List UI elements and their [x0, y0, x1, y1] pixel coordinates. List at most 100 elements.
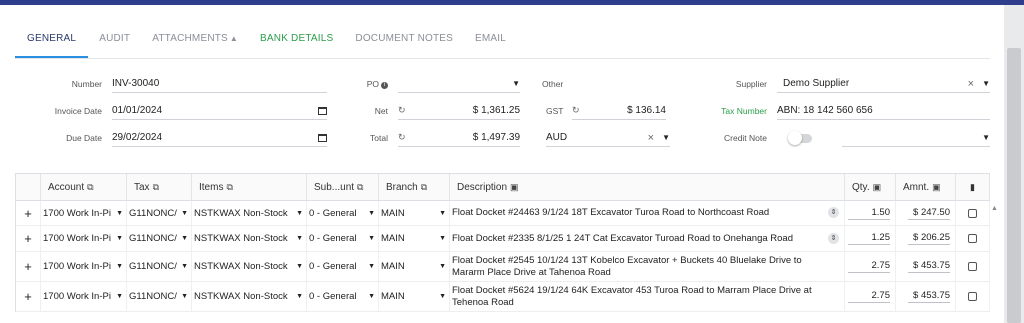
description-field[interactable]: Float Docket #5624 19/1/24 64K Excavator… — [450, 282, 845, 311]
chevron-down-icon[interactable]: ▼ — [368, 263, 375, 270]
checkbox[interactable] — [968, 234, 977, 243]
item-select[interactable]: NSTKWAX Non-Stock ▼ — [192, 201, 307, 225]
trash-icon[interactable]: ▮ — [970, 182, 975, 193]
clear-icon[interactable]: × — [648, 132, 654, 144]
amount-field[interactable]: $ 206.25 — [896, 226, 956, 251]
chevron-down-icon[interactable]: ▼ — [439, 235, 446, 242]
chevron-down-icon[interactable]: ▼ — [296, 235, 303, 242]
item-select[interactable]: NSTKWAX Non-Stock ▼ — [192, 282, 307, 311]
table-row[interactable]: + 1700 Work In-Pi ▼ G11NONC/ ▼ NSTKWAX Non… — [16, 201, 990, 226]
qty-field[interactable]: 1.25 — [845, 226, 896, 251]
subaccount-select[interactable]: 0 - General ▼ — [307, 252, 379, 281]
subaccount-select[interactable]: 0 - General ▼ — [307, 201, 379, 225]
chevron-down-icon[interactable]: ▼ — [439, 293, 446, 300]
refresh-icon[interactable]: ↻ — [398, 132, 406, 143]
item-select[interactable]: NSTKWAX Non-Stock ▼ — [192, 226, 307, 251]
header-items[interactable]: Items ⧉ — [192, 174, 307, 200]
branch-select[interactable]: MAIN ▼ — [379, 201, 450, 225]
checkbox[interactable] — [968, 262, 977, 271]
chevron-down-icon[interactable]: ▼ — [181, 263, 188, 270]
expand-icon[interactable]: ▣ — [873, 182, 882, 193]
chevron-down-icon[interactable]: ▼ — [296, 263, 303, 270]
copy-icon[interactable]: ⧉ — [226, 182, 232, 193]
expand-row-icon[interactable]: + — [16, 201, 41, 225]
po-select[interactable]: ▼ — [398, 75, 520, 93]
copy-icon[interactable]: ⧉ — [87, 182, 93, 193]
currency-select[interactable]: AUD × ▼ — [546, 129, 670, 147]
row-checkbox[interactable] — [956, 201, 990, 225]
qty-field[interactable]: 2.75 — [845, 252, 896, 281]
header-qty[interactable]: Qty. ▣ — [845, 174, 896, 200]
other-field[interactable] — [572, 75, 666, 93]
header-amount[interactable]: Amnt. ▣ — [896, 174, 956, 200]
amount-field[interactable]: $ 453.75 — [896, 282, 956, 311]
gst-field[interactable]: ↻ $ 136.14 — [572, 102, 666, 120]
chevron-down-icon[interactable]: ▼ — [512, 79, 520, 88]
subaccount-select[interactable]: 0 - General ▼ — [307, 282, 379, 311]
row-checkbox[interactable] — [956, 226, 990, 251]
description-field[interactable]: Float Docket #2545 10/1/24 13T Kobelco E… — [450, 252, 845, 281]
chevron-down-icon[interactable]: ▼ — [982, 133, 990, 142]
chevron-down-icon[interactable]: ▼ — [116, 293, 123, 300]
total-field[interactable]: ↻ $ 1,497.39 — [398, 129, 520, 147]
chevron-down-icon[interactable]: ▼ — [368, 235, 375, 242]
checkbox[interactable] — [968, 292, 977, 301]
amount-field[interactable]: $ 247.50 — [896, 201, 956, 225]
chevron-down-icon[interactable]: ▼ — [296, 210, 303, 217]
tax-number-field[interactable]: ABN: 18 142 560 656 — [777, 102, 990, 120]
table-row[interactable]: + 1700 Work In-Pi ▼ G11NONC/ ▼ NSTKWAX Non… — [16, 252, 990, 282]
clear-icon[interactable]: × — [968, 78, 974, 90]
number-field[interactable]: INV-30040 — [112, 75, 327, 93]
tax-select[interactable]: G11NONC/ ▼ — [127, 201, 192, 225]
resize-icon[interactable]: ⇕ — [828, 232, 839, 244]
branch-select[interactable]: MAIN ▼ — [379, 226, 450, 251]
table-row[interactable]: + 1700 Work In-Pi ▼ G11NONC/ ▼ NSTKWAX Non… — [16, 226, 990, 252]
supplier-select[interactable]: Demo Supplier × ▼ — [777, 75, 990, 93]
chevron-down-icon[interactable]: ▼ — [439, 210, 446, 217]
chevron-down-icon[interactable]: ▼ — [116, 210, 123, 217]
tab-document-notes[interactable]: DOCUMENT NOTES — [344, 30, 464, 58]
tab-general[interactable]: GENERAL — [15, 30, 89, 58]
expand-icon[interactable]: ▣ — [932, 182, 941, 193]
resize-icon[interactable]: ⇕ — [828, 207, 839, 218]
table-scroll-up-icon[interactable]: ▲ — [991, 205, 998, 212]
chevron-down-icon[interactable]: ▼ — [296, 293, 303, 300]
credit-note-toggle[interactable] — [788, 131, 812, 145]
tab-attachments[interactable]: ATTACHMENTS ▲ — [141, 30, 249, 58]
calendar-icon[interactable] — [318, 106, 327, 115]
calendar-icon[interactable] — [318, 133, 327, 142]
subaccount-select[interactable]: 0 - General ▼ — [307, 226, 379, 251]
net-field[interactable]: ↻ $ 1,361.25 — [398, 102, 520, 120]
header-tax[interactable]: Tax ⧉ — [127, 174, 192, 200]
page-scrollbar-thumb[interactable] — [1007, 48, 1021, 323]
chevron-down-icon[interactable]: ▼ — [181, 293, 188, 300]
account-select[interactable]: 1700 Work In-Pi ▼ — [41, 282, 127, 311]
checkbox[interactable] — [968, 208, 977, 218]
account-select[interactable]: 1700 Work In-Pi ▼ — [41, 226, 127, 251]
header-branch[interactable]: Branch ⧉ — [379, 174, 450, 200]
account-select[interactable]: 1700 Work In-Pi ▼ — [41, 201, 127, 225]
header-description[interactable]: Description ▣ — [450, 174, 845, 200]
row-checkbox[interactable] — [956, 282, 990, 311]
table-row[interactable]: + 1700 Work In-Pi ▼ G11NONC/ ▼ NSTKWAX Non… — [16, 282, 990, 312]
chevron-down-icon[interactable]: ▼ — [982, 79, 990, 88]
header-delete[interactable]: ▮ — [956, 174, 990, 200]
header-account[interactable]: Account ⧉ — [41, 174, 127, 200]
copy-icon[interactable]: ⧉ — [357, 182, 363, 193]
branch-select[interactable]: MAIN ▼ — [379, 252, 450, 281]
chevron-down-icon[interactable]: ▼ — [116, 263, 123, 270]
tab-bank-details[interactable]: BANK DETAILS — [249, 30, 344, 58]
description-field[interactable]: Float Docket #24463 9/1/24 18T Excavator… — [450, 201, 845, 225]
chevron-down-icon[interactable]: ▼ — [181, 235, 188, 242]
expand-row-icon[interactable]: + — [16, 252, 41, 281]
qty-field[interactable]: 1.50 — [845, 201, 896, 225]
invoice-date-field[interactable]: 01/01/2024 — [112, 102, 327, 120]
tab-email[interactable]: EMAIL — [464, 30, 517, 58]
chevron-down-icon[interactable]: ▼ — [368, 210, 375, 217]
chevron-down-icon[interactable]: ▼ — [181, 210, 188, 217]
tax-select[interactable]: G11NONC/ ▼ — [127, 252, 192, 281]
header-subaccount[interactable]: Sub...unt ⧉ — [307, 174, 379, 200]
tax-select[interactable]: G11NONC/ ▼ — [127, 226, 192, 251]
chevron-down-icon[interactable]: ▼ — [116, 235, 123, 242]
expand-row-icon[interactable]: + — [16, 282, 41, 311]
